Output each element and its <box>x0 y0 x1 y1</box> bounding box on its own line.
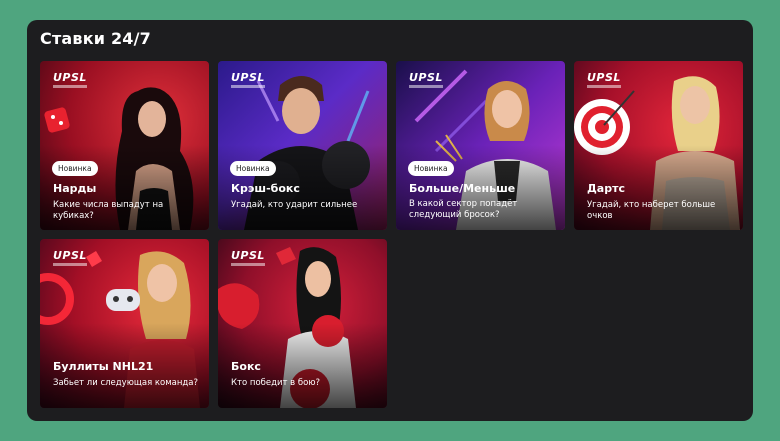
section-title: Ставки 24/7 <box>40 29 152 48</box>
game-description: Угадай, кто ударит сильнее <box>231 200 358 210</box>
game-card-darts[interactable]: UPSL Дартс Угадай, кто наберет больше оч… <box>574 61 743 230</box>
game-description: Какие числа выпадут на кубиках? <box>53 200 164 221</box>
games-panel: Ставки 24/7 UPSL Новинка Нарды Какие чис… <box>27 20 753 421</box>
game-description: Угадай, кто наберет больше очков <box>587 200 716 221</box>
game-card-crash-box[interactable]: UPSL Новинка Крэш-бокс Угадай, кто удари… <box>218 61 387 230</box>
game-card-more-less[interactable]: UPSL Новинка Больше/Меньше В какой секто… <box>396 61 565 230</box>
new-badge: Новинка <box>52 161 98 176</box>
new-badge: Новинка <box>230 161 276 176</box>
game-title: Буллиты NHL21 <box>53 360 154 373</box>
game-title: Крэш-бокс <box>231 182 300 195</box>
game-card-nardy[interactable]: UPSL Новинка Нарды Какие числа выпадут н… <box>40 61 209 230</box>
upsl-logo: UPSL <box>53 71 87 88</box>
upsl-logo: UPSL <box>409 71 443 88</box>
game-description: Забьет ли следующая команда? <box>53 378 198 388</box>
game-description: В какой сектор попадёт следующий бросок? <box>409 199 518 220</box>
game-card-bullity-nhl21[interactable]: UPSL Буллиты NHL21 Забьет ли следующая к… <box>40 239 209 408</box>
new-badge: Новинка <box>408 161 454 176</box>
game-description: Кто победит в бою? <box>231 378 320 388</box>
upsl-logo: UPSL <box>231 249 265 266</box>
upsl-logo: UPSL <box>587 71 621 88</box>
game-title: Дартс <box>587 182 625 195</box>
game-card-boks[interactable]: UPSL Бокс Кто победит в бою? <box>218 239 387 408</box>
game-title: Больше/Меньше <box>409 182 516 195</box>
upsl-logo: UPSL <box>231 71 265 88</box>
upsl-logo: UPSL <box>53 249 87 266</box>
game-title: Нарды <box>53 182 97 195</box>
game-title: Бокс <box>231 360 261 373</box>
